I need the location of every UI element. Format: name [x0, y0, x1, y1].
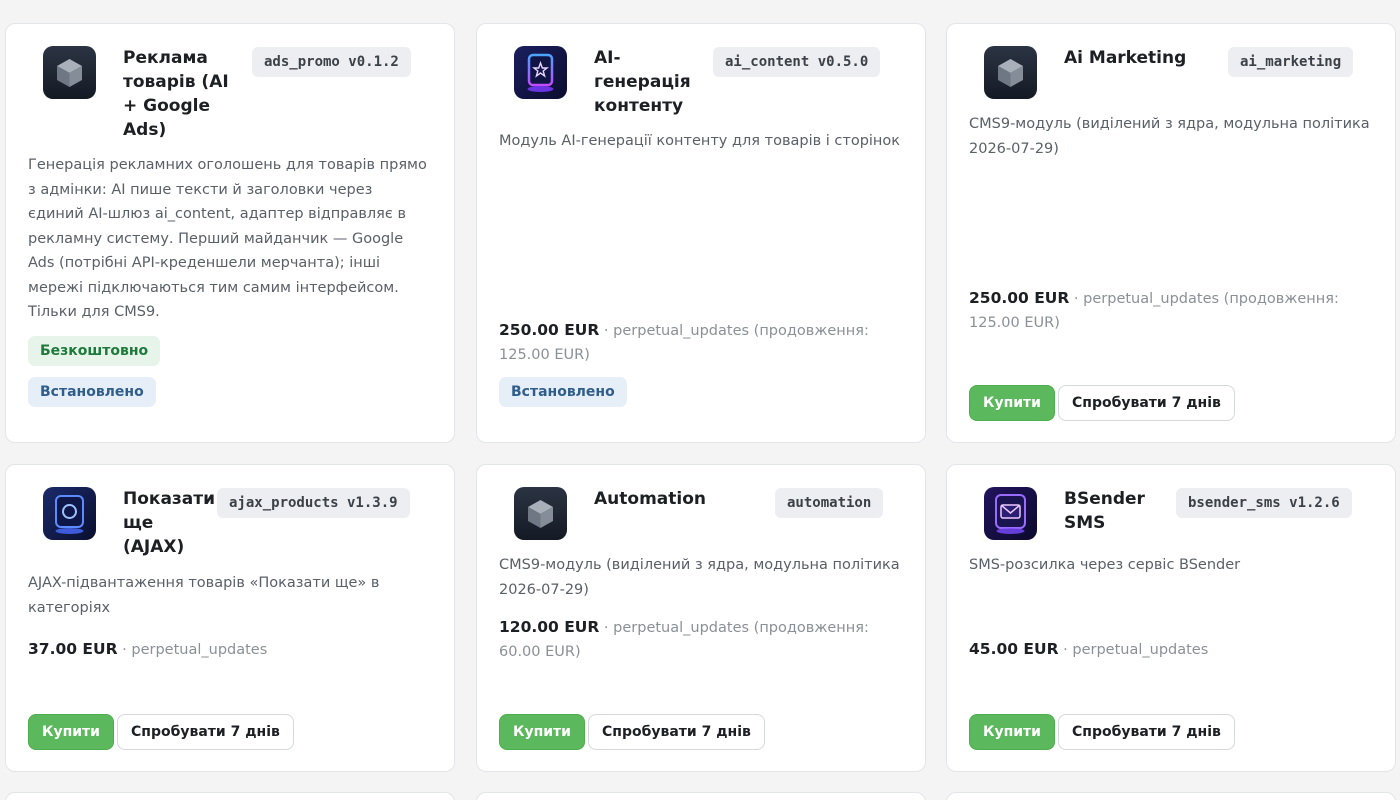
module-card-ai-content: AI- генерація контенту ai_content v0.5.0…: [476, 23, 926, 443]
ai-portal-icon: [514, 46, 567, 99]
price-note: 125.00 EUR): [969, 315, 1060, 331]
try-7-days-button[interactable]: Спробувати 7 днів: [1058, 385, 1235, 421]
module-description: SMS-розсилка через сервіс BSender: [969, 557, 1241, 573]
module-slug: bsender_sms v1.2.6: [1176, 488, 1352, 518]
price: 250.00 EUR: [969, 289, 1070, 307]
free-badge: Безкоштовно: [28, 336, 161, 366]
cube-icon: [43, 46, 96, 99]
price-note: · perpetual_updates (продовження:: [1069, 291, 1339, 307]
envelope-icon: [984, 487, 1037, 540]
module-slug: ajax_products v1.3.9: [217, 488, 410, 518]
module-card-ai-marketing: Ai Marketing ai_marketing CMS9-модуль (в…: [946, 23, 1396, 443]
module-description: CMS9-модуль (виділений з ядра, модульна …: [969, 116, 1370, 157]
cube-icon: [984, 46, 1037, 99]
module-slug: automation: [775, 488, 884, 518]
try-7-days-button[interactable]: Спробувати 7 днів: [1058, 714, 1235, 750]
module-description: Генерація рекламних оголошень для товарі…: [28, 157, 427, 320]
price-note: · perpetual_updates: [1058, 642, 1209, 658]
try-7-days-button[interactable]: Спробувати 7 днів: [117, 714, 294, 750]
cube-icon: [514, 487, 567, 540]
price-info: 250.00 EUR · perpetual_updates (продовже…: [969, 286, 1339, 335]
module-description: AJAX-підвантаження товарів «Показати ще»…: [28, 575, 380, 616]
buy-button[interactable]: Купити: [969, 714, 1055, 750]
price: 120.00 EUR: [499, 618, 600, 636]
price-note: 125.00 EUR): [499, 347, 590, 363]
module-card-automation: Automation automation CMS9-модуль (виділ…: [476, 464, 926, 772]
price-note: 60.00 EUR): [499, 644, 581, 660]
try-7-days-button[interactable]: Спробувати 7 днів: [588, 714, 765, 750]
price-note: · perpetual_updates (продовження:: [599, 323, 869, 339]
module-card-partial: [946, 792, 1396, 800]
module-card-ajax-products: Показати ще (AJAX) ajax_products v1.3.9 …: [5, 464, 455, 772]
module-slug: ads_promo v0.1.2: [252, 47, 411, 77]
installed-badge: Встановлено: [28, 377, 156, 407]
module-title: Automation: [594, 489, 706, 509]
buy-button[interactable]: Купити: [499, 714, 585, 750]
module-description: CMS9-модуль (виділений з ядра, модульна …: [499, 557, 900, 598]
module-card-ads-promo: Реклама товарів (AI + Google Ads) ads_pr…: [5, 23, 455, 443]
module-title: BSender SMS: [1064, 489, 1145, 533]
module-card-bsender-sms: BSender SMS bsender_sms v1.2.6 SMS-розси…: [946, 464, 1396, 772]
ajax-circle-icon: [43, 487, 96, 540]
price-note: · perpetual_updates: [117, 642, 268, 658]
module-title: Ai Marketing: [1064, 48, 1187, 68]
module-card-partial: [476, 792, 926, 800]
module-card-partial: [5, 792, 455, 800]
price-info: 250.00 EUR · perpetual_updates (продовже…: [499, 318, 869, 367]
module-title: AI- генерація контенту: [594, 48, 691, 116]
price: 37.00 EUR: [28, 640, 118, 658]
module-slug: ai_content v0.5.0: [713, 47, 881, 77]
price-info: 45.00 EUR · perpetual_updates: [969, 637, 1208, 662]
module-description: Модуль AI-генерації контенту для товарів…: [499, 133, 901, 149]
module-slug: ai_marketing: [1228, 47, 1354, 77]
price-info: 37.00 EUR · perpetual_updates: [28, 637, 267, 662]
buy-button[interactable]: Купити: [969, 385, 1055, 421]
module-title: Показати ще (AJAX): [123, 489, 216, 557]
price: 45.00 EUR: [969, 640, 1059, 658]
buy-button[interactable]: Купити: [28, 714, 114, 750]
price-note: · perpetual_updates (продовження:: [599, 620, 869, 636]
price-info: 120.00 EUR · perpetual_updates (продовже…: [499, 615, 869, 664]
installed-badge: Встановлено: [499, 377, 627, 407]
module-title: Реклама товарів (AI + Google Ads): [123, 48, 229, 140]
price: 250.00 EUR: [499, 321, 600, 339]
